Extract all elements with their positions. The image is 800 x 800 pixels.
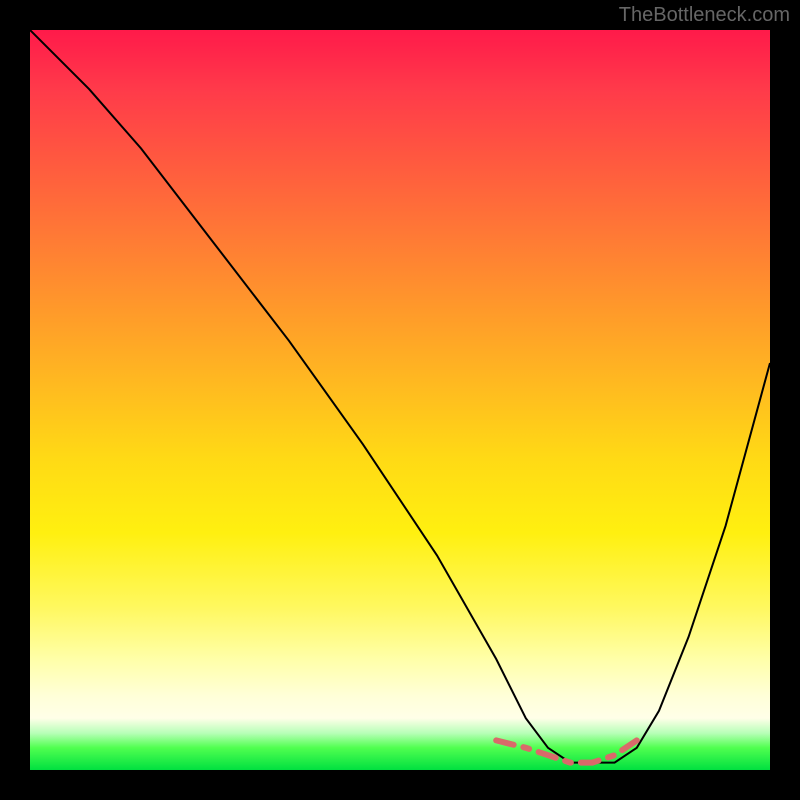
- bottleneck-chart: TheBottleneck.com: [0, 0, 800, 800]
- curve-layer: [30, 30, 770, 770]
- bottleneck-curve: [30, 30, 770, 763]
- plot-area: [30, 30, 770, 770]
- watermark-text: TheBottleneck.com: [619, 4, 790, 27]
- optimal-range-marker: [496, 740, 637, 762]
